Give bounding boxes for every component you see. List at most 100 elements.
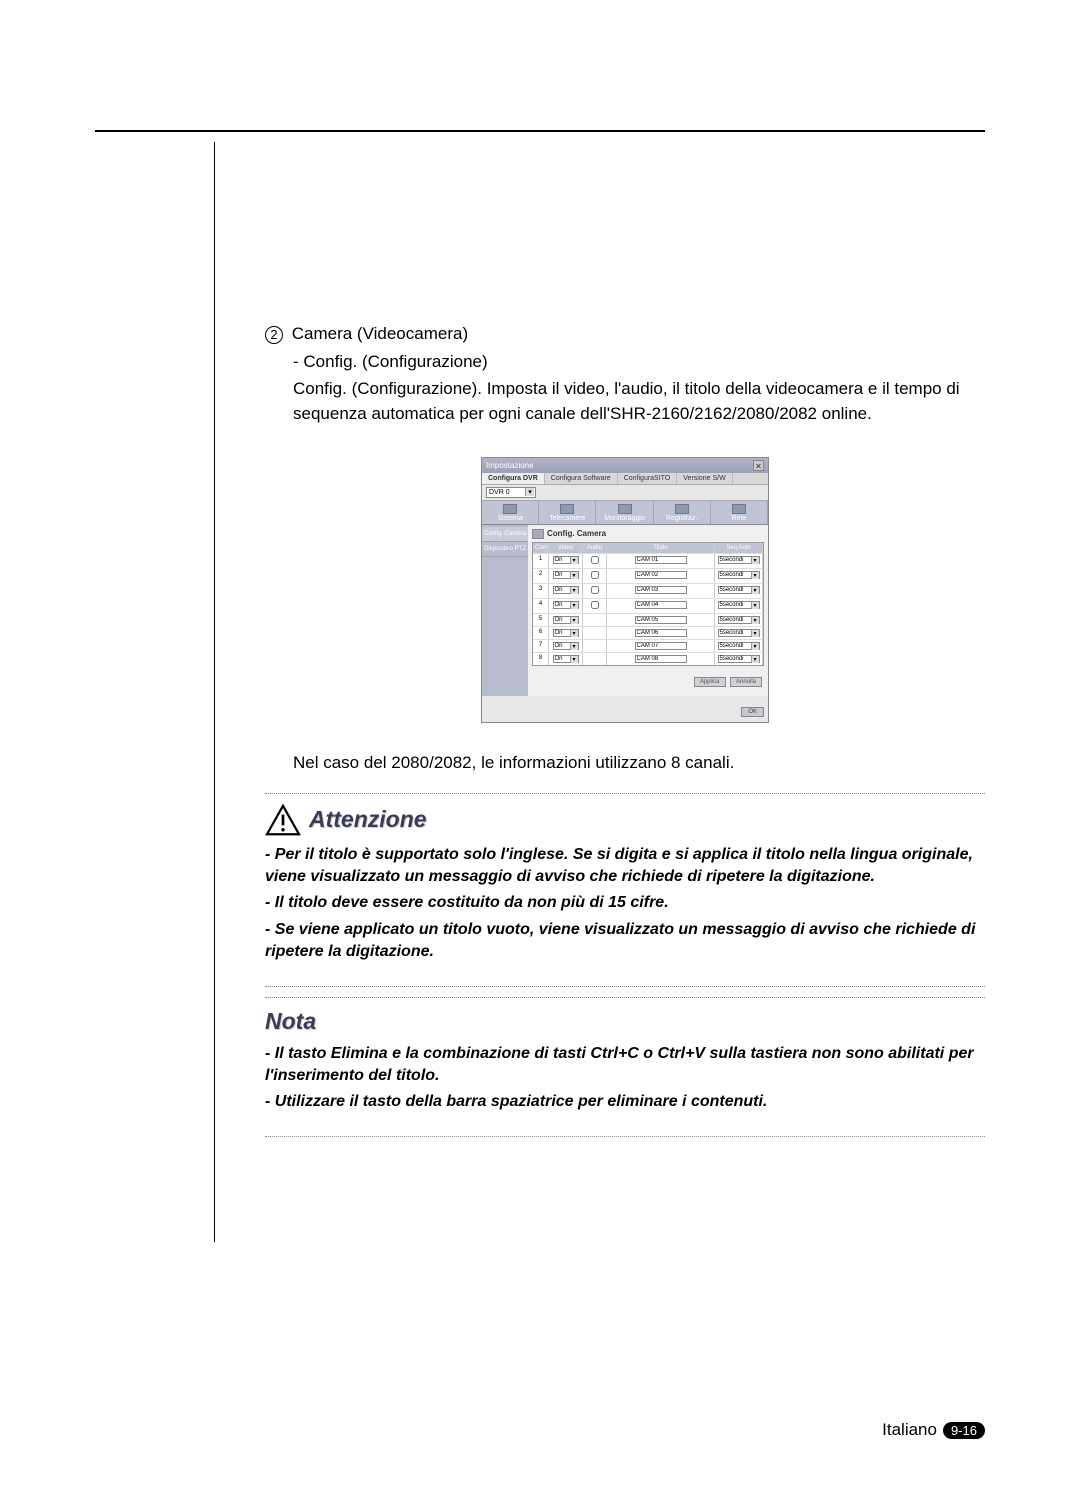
cell-title (607, 554, 715, 568)
audio-checkbox[interactable] (591, 586, 599, 594)
tab-versione-sw[interactable]: Versione S/W (677, 473, 732, 484)
seq-dropdown[interactable]: 5secondi (718, 655, 760, 663)
window-titlebar: Impostazione ✕ (482, 458, 768, 473)
attenzione-item: - Per il titolo è supportato solo l'ingl… (265, 844, 977, 889)
panel-body: Config. Camera Dispositivo PTZ Config. C… (482, 525, 768, 696)
top-tabs: Configura DVR Configura Software Configu… (482, 473, 768, 485)
table-row: 2 On 5secondi (533, 568, 763, 583)
cell-title (607, 599, 715, 613)
sidebar-item-ptz[interactable]: Dispositivo PTZ (482, 542, 528, 557)
content: 2 Camera (Videocamera) - Config. (Config… (95, 142, 985, 1242)
system-icon (503, 504, 517, 514)
network-icon (732, 504, 746, 514)
mode-tab-rete[interactable]: Rete (711, 501, 768, 524)
ok-button[interactable]: OK (741, 707, 764, 717)
title-input[interactable] (635, 601, 687, 609)
cell-cam: 5 (533, 614, 549, 626)
close-icon[interactable]: ✕ (753, 460, 764, 471)
seq-dropdown[interactable]: 5secondi (718, 616, 760, 624)
cell-audio (583, 627, 607, 639)
cell-seq: 5secondi (715, 584, 763, 598)
cell-seq: 5secondi (715, 627, 763, 639)
title-input[interactable] (635, 571, 687, 579)
cell-title (607, 569, 715, 583)
tab-configura-dvr[interactable]: Configura DVR (482, 473, 545, 484)
table-row: 3 On 5secondi (533, 583, 763, 598)
nota-item: - Utilizzare il tasto della barra spazia… (265, 1091, 977, 1113)
table-row: 8On5secondi (533, 652, 763, 665)
video-dropdown[interactable]: On (553, 616, 579, 624)
cell-audio (583, 569, 607, 583)
seq-dropdown[interactable]: 5secondi (718, 556, 760, 564)
th-titolo: Titolo (607, 543, 715, 553)
warning-icon (265, 804, 301, 836)
button-row: Applica Annulla (532, 666, 764, 692)
title-input[interactable] (635, 556, 687, 564)
title-input[interactable] (635, 586, 687, 594)
page-footer: Italiano 9-16 (882, 1420, 985, 1440)
title-input[interactable] (635, 642, 687, 650)
audio-checkbox[interactable] (591, 571, 599, 579)
th-cam: Cam (533, 543, 549, 553)
dvr-dropdown[interactable]: DVR 0 (486, 487, 536, 498)
record-icon (675, 504, 689, 514)
audio-checkbox[interactable] (591, 556, 599, 564)
video-dropdown[interactable]: On (553, 571, 579, 579)
divider (265, 1136, 985, 1137)
cell-video: On (549, 554, 583, 568)
video-dropdown[interactable]: On (553, 655, 579, 663)
mode-tab-sistema[interactable]: Sistema (482, 501, 539, 524)
video-dropdown[interactable]: On (553, 586, 579, 594)
cell-video: On (549, 653, 583, 665)
cell-seq: 5secondi (715, 599, 763, 613)
embedded-screenshot: Impostazione ✕ Configura DVR Configura S… (481, 457, 769, 723)
item-title: Camera (Videocamera) (292, 324, 468, 343)
th-seq: Seq Auto (715, 543, 763, 553)
seq-dropdown[interactable]: 5secondi (718, 642, 760, 650)
mode-tab-monitoraggio[interactable]: Monitoraggio (596, 501, 653, 524)
cell-cam: 6 (533, 627, 549, 639)
cell-cam: 3 (533, 584, 549, 598)
apply-button[interactable]: Applica (694, 677, 726, 687)
cell-audio (583, 653, 607, 665)
tab-configura-sito[interactable]: ConfiguraSITO (618, 473, 678, 484)
mode-tab-telecamere[interactable]: Telecamere (539, 501, 596, 524)
cell-audio (583, 614, 607, 626)
title-input[interactable] (635, 616, 687, 624)
cancel-button[interactable]: Annulla (730, 677, 762, 687)
video-dropdown[interactable]: On (553, 601, 579, 609)
video-dropdown[interactable]: On (553, 642, 579, 650)
mode-tabs: Sistema Telecamere Monitoraggio Registra… (482, 500, 768, 525)
cell-title (607, 614, 715, 626)
dvr-select-row: DVR 0 (482, 485, 768, 500)
cell-seq: 5secondi (715, 640, 763, 652)
cell-seq: 5secondi (715, 569, 763, 583)
top-rule (95, 130, 985, 132)
seq-dropdown[interactable]: 5secondi (718, 629, 760, 637)
table-header: Cam Video Audio Titolo Seq Auto (533, 543, 763, 553)
camera-panel-icon (532, 529, 544, 539)
title-input[interactable] (635, 629, 687, 637)
video-dropdown[interactable]: On (553, 629, 579, 637)
seq-dropdown[interactable]: 5secondi (718, 586, 760, 594)
divider (265, 793, 985, 794)
sidebar-item-config-camera[interactable]: Config. Camera (482, 527, 528, 542)
video-dropdown[interactable]: On (553, 556, 579, 564)
footer-language: Italiano (882, 1420, 937, 1440)
side-nav: Config. Camera Dispositivo PTZ (482, 525, 528, 696)
channels-note: Nel caso del 2080/2082, le informazioni … (293, 753, 985, 773)
cell-title (607, 584, 715, 598)
audio-checkbox[interactable] (591, 601, 599, 609)
cell-audio (583, 640, 607, 652)
cell-cam: 2 (533, 569, 549, 583)
seq-dropdown[interactable]: 5secondi (718, 571, 760, 579)
seq-dropdown[interactable]: 5secondi (718, 601, 760, 609)
nota-body: - Il tasto Elimina e la combinazione di … (265, 1043, 985, 1126)
cell-video: On (549, 640, 583, 652)
mode-tab-registraz[interactable]: Registraz. (654, 501, 711, 524)
attenzione-title: Attenzione (309, 806, 427, 833)
title-input[interactable] (635, 655, 687, 663)
section-heading: 2 Camera (Videocamera) (265, 322, 985, 346)
tab-configura-software[interactable]: Configura Software (545, 473, 618, 484)
monitor-icon (618, 504, 632, 514)
